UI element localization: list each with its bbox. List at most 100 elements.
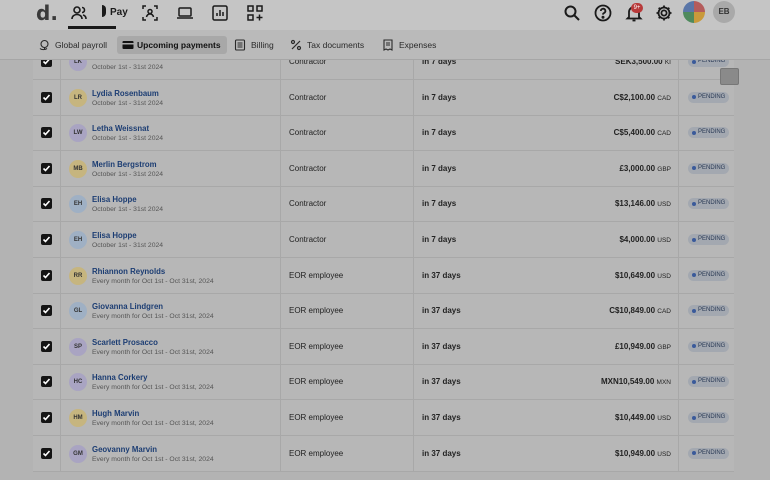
row-select-cell xyxy=(33,364,61,400)
row-select-cell xyxy=(33,328,61,364)
worker-name[interactable]: Elisa Hoppe xyxy=(92,195,137,204)
amount-value: $10,449.00 xyxy=(614,413,656,422)
active-nav-underline xyxy=(68,26,116,29)
amount-value: C$10,849.00 xyxy=(609,306,656,316)
amount-value: MXN10,549.00 xyxy=(600,377,655,387)
row-select-cell xyxy=(33,222,61,257)
column-divider xyxy=(280,115,281,151)
status-badge: PENDING xyxy=(688,198,730,210)
worker-name[interactable]: Hanna Corkery xyxy=(92,373,147,382)
table-row[interactable]: HM Hugh Marvin Every month for Oct 1st - O… xyxy=(33,400,734,436)
pay-icon xyxy=(102,5,106,17)
tab-label: Tax documents xyxy=(307,40,365,50)
worker-name[interactable]: Elisa Hoppe xyxy=(92,231,137,240)
currency-code: CAD xyxy=(657,130,671,138)
worker-name[interactable]: Giovanna Lindgren xyxy=(92,302,163,311)
tab-global-payroll[interactable]: Global payroll xyxy=(38,36,107,54)
currency-code: GBP xyxy=(657,343,671,351)
search-icon[interactable] xyxy=(562,3,582,23)
column-divider xyxy=(413,115,414,151)
row-select-cell xyxy=(33,400,61,435)
avatar: MB xyxy=(69,159,87,178)
column-divider xyxy=(280,222,281,257)
status-badge: PENDING xyxy=(688,269,730,281)
row-checkbox[interactable] xyxy=(41,305,52,317)
worker-name[interactable]: Letha Weissnat xyxy=(92,124,149,133)
row-checkbox[interactable] xyxy=(41,162,52,174)
table-row[interactable]: GM Geovanny Marvin Every month for Oct 1st… xyxy=(33,435,734,472)
notification-badge: 9+ xyxy=(631,3,643,13)
org-chart-icon[interactable] xyxy=(141,4,159,22)
row-checkbox[interactable] xyxy=(41,412,52,423)
due-in: in 37 days xyxy=(422,377,461,387)
column-divider xyxy=(678,150,679,186)
row-checkbox[interactable] xyxy=(41,340,52,352)
pay-nav-item[interactable]: Pay xyxy=(102,5,134,21)
worker-name[interactable]: Rhiannon Reynolds xyxy=(92,267,165,276)
table-row[interactable]: LR Lydia Rosenbaum October 1st - 31st 2024… xyxy=(33,79,734,116)
status-badge: PENDING xyxy=(688,127,730,139)
people-icon[interactable] xyxy=(70,4,88,22)
organization-avatar[interactable] xyxy=(683,1,705,23)
tab-expenses[interactable]: Expenses xyxy=(382,36,436,54)
table-row[interactable]: GL Giovanna Lindgren Every month for Oct 1… xyxy=(33,293,734,330)
help-icon[interactable] xyxy=(593,3,613,23)
row-select-cell xyxy=(33,257,61,293)
row-checkbox[interactable] xyxy=(41,234,52,245)
apps-icon[interactable] xyxy=(246,4,264,22)
row-checkbox[interactable] xyxy=(41,91,52,103)
laptop-icon[interactable] xyxy=(176,4,194,22)
currency-code: MXN xyxy=(656,379,671,387)
scrollbar-handle[interactable] xyxy=(720,68,739,85)
avatar: HM xyxy=(69,409,87,427)
amount-value: $10,949.00 xyxy=(614,448,656,458)
amount: $10,649.00 USD xyxy=(615,271,671,280)
deel-logo[interactable]: d. xyxy=(36,1,58,25)
payment-period: October 1st - 31st 2024 xyxy=(92,242,164,249)
column-divider xyxy=(280,150,281,186)
worker-name[interactable]: Scarlett Prosacco xyxy=(92,338,158,347)
row-select-cell xyxy=(33,115,61,151)
chart-icon[interactable] xyxy=(211,4,229,22)
table-row[interactable]: HC Hanna Corkery Every month for Oct 1st -… xyxy=(33,364,734,401)
status-badge: PENDING xyxy=(688,91,730,103)
contract-type: Contractor xyxy=(289,92,327,102)
row-checkbox[interactable] xyxy=(41,198,52,210)
worker-name[interactable]: Merlin Bergstrom xyxy=(92,160,157,169)
column-divider xyxy=(280,435,281,471)
tab-upcoming-payments[interactable]: Upcoming payments xyxy=(117,36,227,54)
table-row[interactable]: RR Rhiannon Reynolds Every month for Oct 1… xyxy=(33,257,734,294)
percent-icon xyxy=(290,39,302,51)
table-row[interactable]: EH Elisa Hoppe October 1st - 31st 2024 Cont… xyxy=(33,186,734,223)
user-avatar[interactable]: EB xyxy=(713,1,735,23)
gear-icon[interactable] xyxy=(654,3,674,23)
table-row[interactable]: SP Scarlett Prosacco Every month for Oct 1… xyxy=(33,328,734,365)
tab-label: Billing xyxy=(251,40,274,50)
worker-name[interactable]: Lydia Rosenbaum xyxy=(92,89,159,98)
row-checkbox[interactable] xyxy=(41,447,52,459)
row-checkbox[interactable] xyxy=(41,127,52,139)
amount: $13,146.00 USD xyxy=(615,199,671,208)
table-row[interactable]: LW Letha Weissnat October 1st - 31st 2024 C… xyxy=(33,115,734,152)
payments-table: LK October 1st - 31st 2024 Contractor in 7 … xyxy=(33,44,734,472)
column-divider xyxy=(413,435,414,471)
payment-period: Every month for Oct 1st - Oct 31st, 2024 xyxy=(92,348,214,356)
top-navigation-bar: d. Pay 9+ EB xyxy=(0,0,770,30)
worker-name[interactable]: Geovanny Marvin xyxy=(92,445,157,454)
worker-name[interactable]: Hugh Marvin xyxy=(92,409,139,418)
amount-value: $10,649.00 xyxy=(614,270,656,280)
row-select-cell xyxy=(33,79,61,115)
card-icon xyxy=(122,39,134,51)
amount-value: $4,000.00 xyxy=(619,235,656,244)
tab-billing[interactable]: Billing xyxy=(234,36,274,54)
row-checkbox[interactable] xyxy=(41,376,52,388)
due-in: in 7 days xyxy=(422,163,457,173)
tab-tax-documents[interactable]: Tax documents xyxy=(290,36,364,54)
column-divider xyxy=(678,222,679,257)
table-row[interactable]: MB Merlin Bergstrom October 1st - 31st 202… xyxy=(33,150,734,187)
row-checkbox[interactable] xyxy=(41,269,52,281)
receipt-icon xyxy=(382,39,394,51)
table-row[interactable]: EH Elisa Hoppe October 1st - 31st 2024 Cont… xyxy=(33,222,734,258)
column-divider xyxy=(678,257,679,293)
avatar: RR xyxy=(69,266,87,285)
